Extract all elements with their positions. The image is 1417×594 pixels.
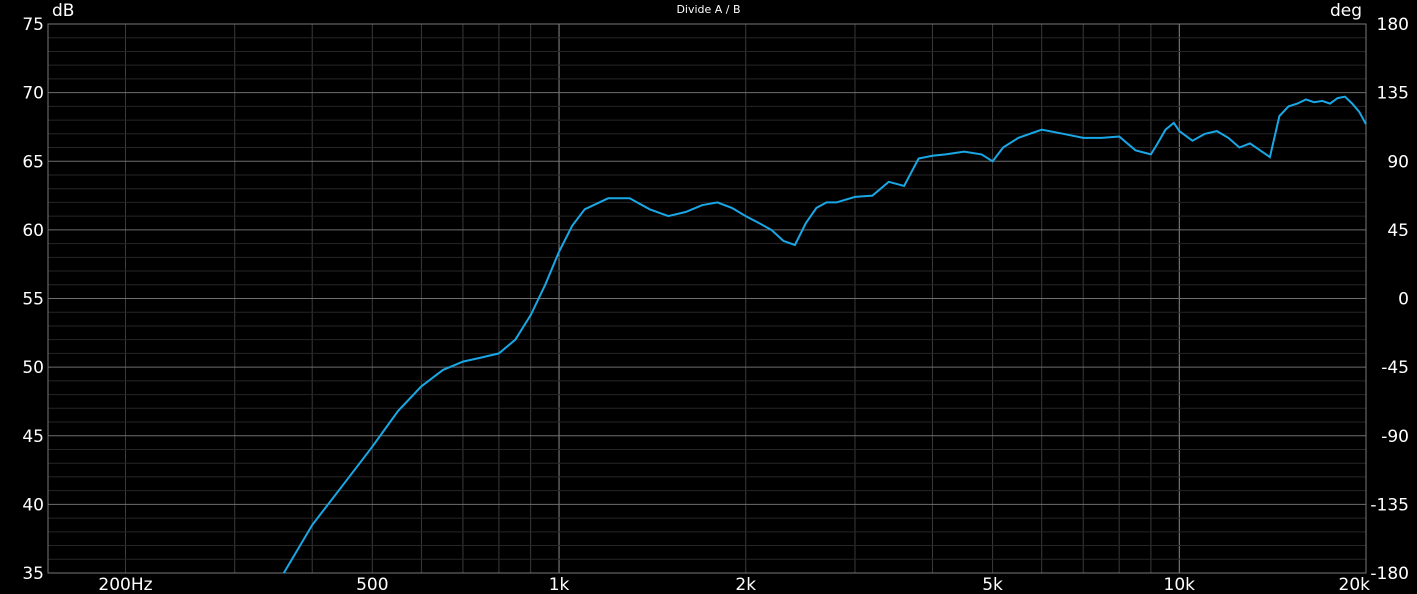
right-tick-label: -135 — [1370, 495, 1409, 515]
series-line — [282, 95, 1367, 574]
left-tick-label: 35 — [22, 564, 44, 584]
left-tick-label: 70 — [22, 84, 44, 104]
left-tick-label: 55 — [22, 290, 44, 310]
x-tick-label: 20k — [1339, 575, 1371, 594]
grid — [48, 24, 1366, 573]
right-tick-label: 45 — [1387, 221, 1409, 241]
left-tick-label: 75 — [22, 15, 44, 35]
left-tick-label: 40 — [22, 495, 44, 515]
x-tick-label: 2k — [735, 575, 756, 594]
right-tick-label: -45 — [1381, 358, 1409, 378]
x-tick-label: 200Hz — [98, 575, 152, 594]
x-tick-label: 1k — [549, 575, 570, 594]
left-tick-label: 65 — [22, 152, 44, 172]
left-axis-ticks: 35 40 45 50 55 60 65 70 75 — [22, 15, 44, 584]
x-tick-label: 500 — [356, 575, 388, 594]
x-tick-label: 10k — [1164, 575, 1196, 594]
frequency-response-chart: 35 40 45 50 55 60 65 70 75 -180 -135 -90 -45 0 45 90 13… — [22, 15, 1409, 594]
left-tick-label: 50 — [22, 358, 44, 378]
right-tick-label: -180 — [1370, 564, 1409, 584]
right-tick-label: 90 — [1387, 152, 1409, 172]
left-tick-label: 60 — [22, 221, 44, 241]
right-axis-ticks: -180 -135 -90 -45 0 45 90 135 180 — [1370, 15, 1409, 584]
right-tick-label: 135 — [1377, 84, 1409, 104]
right-tick-label: 0 — [1398, 290, 1409, 310]
right-tick-label: -90 — [1381, 427, 1409, 447]
x-axis-ticks: 200Hz 500 1k 2k 5k 10k 20k — [98, 575, 1370, 594]
right-tick-label: 180 — [1377, 15, 1409, 35]
x-tick-label: 5k — [982, 575, 1003, 594]
left-tick-label: 45 — [22, 427, 44, 447]
